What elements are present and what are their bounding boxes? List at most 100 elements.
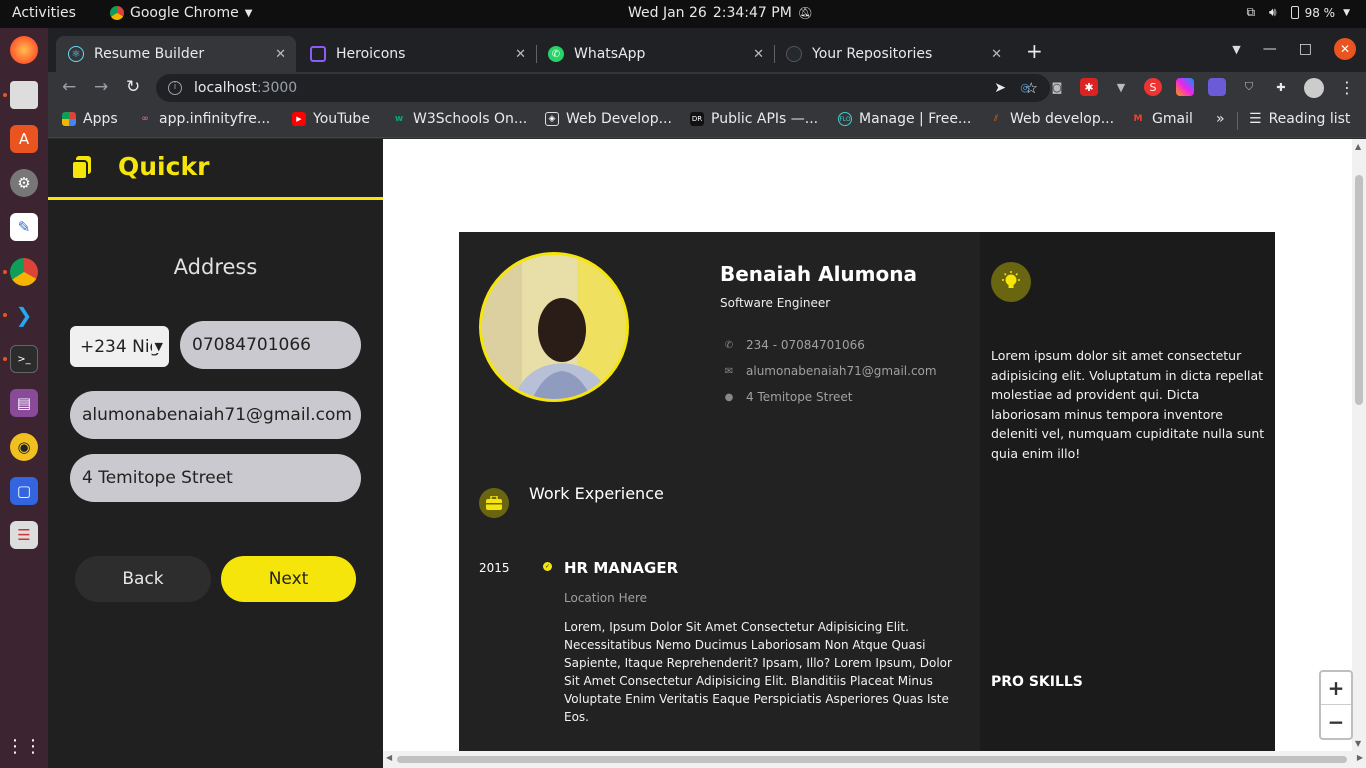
vscode-icon[interactable]: ❯ xyxy=(10,301,38,329)
contact-phone: ✆ 234 - 07084701066 xyxy=(724,338,865,352)
zoom-control: + − xyxy=(1319,670,1353,740)
bookmark-apps[interactable]: Apps xyxy=(62,111,118,127)
svelte-extension-icon[interactable]: S xyxy=(1144,78,1162,96)
files-icon[interactable] xyxy=(10,81,38,109)
brand-name: Quickr xyxy=(118,152,210,181)
close-tab-icon[interactable]: ✕ xyxy=(991,47,1002,62)
system-top-bar: Activities Google Chrome ▼ Wed Jan 26 2:… xyxy=(0,0,1366,28)
bookmark-gmail[interactable]: M Gmail xyxy=(1131,111,1193,127)
contact-address: ● 4 Temitope Street xyxy=(724,390,853,404)
red-extension-icon[interactable]: ✱ xyxy=(1080,78,1098,96)
scroll-up-icon[interactable]: ▲ xyxy=(1355,142,1361,151)
phone-field[interactable]: 07084701066 xyxy=(180,321,361,369)
scroll-right-icon[interactable]: ▶ xyxy=(1357,753,1363,762)
horizontal-scroll-thumb[interactable] xyxy=(397,756,1347,763)
scroll-left-icon[interactable]: ◀ xyxy=(386,753,392,762)
bookmark-w3schools[interactable]: w W3Schools On... xyxy=(392,111,527,127)
reload-icon[interactable]: ↻ xyxy=(126,77,140,97)
person-photo xyxy=(482,255,626,399)
tweaks-icon[interactable]: ☰ xyxy=(10,521,38,549)
url-host: localhost xyxy=(194,80,257,96)
address-field[interactable]: 4 Temitope Street xyxy=(70,454,361,502)
tab-search-icon[interactable]: ▼ xyxy=(1232,43,1240,56)
mdn-icon: ⫽ xyxy=(993,114,998,124)
send-tab-icon[interactable]: ➤ xyxy=(994,80,1006,96)
close-tab-icon[interactable]: ✕ xyxy=(753,47,764,62)
bookmark-youtube[interactable]: ▶ YouTube xyxy=(292,111,370,127)
close-tab-icon[interactable]: ✕ xyxy=(275,47,286,62)
app-menu[interactable]: Google Chrome ▼ xyxy=(110,5,252,21)
maximize-icon[interactable]: □ xyxy=(1299,41,1312,57)
more-vert-icon[interactable]: ⋮ xyxy=(1338,78,1356,97)
screenshot-icon[interactable]: ▢ xyxy=(10,477,38,505)
terminal-icon[interactable]: >_ xyxy=(10,345,38,373)
chrome-dock-icon[interactable] xyxy=(10,258,38,286)
contact-email-value: alumonabenaiah71@gmail.com xyxy=(746,364,937,378)
tab-your-repositories[interactable]: Your Repositories ✕ xyxy=(774,36,1012,72)
bookmark-public-apis[interactable]: DR Public APIs —... xyxy=(690,111,818,127)
bookmark-label: YouTube xyxy=(313,111,370,127)
bookmark-label: Web develop... xyxy=(1010,111,1115,127)
settings-icon[interactable]: ⚙ xyxy=(10,169,38,197)
chevron-down-icon: ▼ xyxy=(151,340,163,353)
vertical-scroll-thumb[interactable] xyxy=(1355,175,1363,405)
preview-pane: Benaiah Alumona Software Engineer ✆ 234 -… xyxy=(383,139,1352,751)
reading-list-label: Reading list xyxy=(1268,111,1351,127)
text-editor-icon[interactable]: ✎ xyxy=(10,213,38,241)
colorful-extension-icon[interactable] xyxy=(1176,78,1194,96)
bookmark-label: Web Develop... xyxy=(566,111,672,127)
date: Wed Jan 26 xyxy=(628,5,707,21)
activities-button[interactable]: Activities xyxy=(12,5,76,21)
tab-resume-builder[interactable]: ⚛ Resume Builder ✕ xyxy=(56,36,296,72)
chevron-down-icon: ▼ xyxy=(1343,7,1350,18)
rhythmbox-icon[interactable]: ◉ xyxy=(10,433,38,461)
back-button[interactable]: Back xyxy=(75,556,211,602)
tab-strip: ⚛ Resume Builder ✕ Heroicons ✕ ✆ WhatsAp… xyxy=(48,28,1366,72)
scroll-down-icon[interactable]: ▼ xyxy=(1355,739,1361,748)
close-tab-icon[interactable]: ✕ xyxy=(515,47,526,62)
extension-blue-icon[interactable]: ◎ xyxy=(1016,78,1034,96)
bookmarks-bar: Apps ∞ app.infinityfre... ▶ YouTube w W3Sch… xyxy=(48,104,1366,138)
bookmark-manage-free[interactable]: FLO Manage | Free... xyxy=(838,111,971,127)
reading-list-button[interactable]: ☰ Reading list xyxy=(1249,111,1350,127)
horizontal-scrollbar[interactable]: ◀ ▶ xyxy=(383,751,1366,768)
tab-heroicons[interactable]: Heroicons ✕ xyxy=(298,36,537,72)
bookmarks-overflow-button[interactable]: » xyxy=(1216,111,1225,127)
zoom-out-button[interactable]: − xyxy=(1321,705,1351,738)
tab-whatsapp[interactable]: ✆ WhatsApp ✕ xyxy=(536,36,775,72)
next-button[interactable]: Next xyxy=(221,556,356,602)
address-bar[interactable]: i localhost:3000 ➤ ☆ xyxy=(156,74,1050,102)
camera-extension-icon[interactable]: ◙ xyxy=(1048,78,1066,96)
video-player-icon[interactable]: ▤ xyxy=(10,389,38,417)
system-tray[interactable]: ⧉ 🔊︎ 98 % ▼ xyxy=(1246,5,1350,20)
contact-phone-value: 234 - 07084701066 xyxy=(746,338,865,352)
bookmark-label: Apps xyxy=(83,111,118,127)
w3schools-icon: w xyxy=(394,114,404,124)
zoom-in-button[interactable]: + xyxy=(1321,672,1351,705)
country-code-select[interactable]: +234 Nig ▼ xyxy=(70,326,169,367)
firefox-icon[interactable] xyxy=(10,36,38,64)
software-store-icon[interactable]: A xyxy=(10,125,38,153)
react-icon: ⚛ xyxy=(68,46,84,62)
vertical-scrollbar[interactable]: ▲ ▼ xyxy=(1352,139,1366,751)
close-window-icon[interactable]: ✕ xyxy=(1334,38,1356,60)
minimize-icon[interactable]: — xyxy=(1263,41,1277,57)
clock[interactable]: Wed Jan 26 2:34:47 PM 🔕︎ xyxy=(628,5,813,21)
bookmark-web-develop-mdn[interactable]: ⫽ Web develop... xyxy=(989,111,1114,127)
shield-extension-icon[interactable]: ⛉ xyxy=(1240,78,1258,96)
bookmark-web-develop[interactable]: ◈ Web Develop... xyxy=(545,111,672,127)
puzzle-extensions-icon[interactable]: ✚ xyxy=(1272,78,1290,96)
forward-arrow-icon[interactable]: → xyxy=(94,77,108,97)
mail-icon: ✉ xyxy=(724,365,734,377)
back-arrow-icon[interactable]: ← xyxy=(62,77,76,97)
email-field[interactable]: alumonabenaiah71@gmail.com xyxy=(70,391,361,439)
new-tab-icon[interactable]: + xyxy=(1026,39,1043,63)
infinityfree-icon: ∞ xyxy=(141,114,149,124)
purple-extension-icon[interactable] xyxy=(1208,78,1226,96)
work-experience-heading: Work Experience xyxy=(529,484,664,503)
profile-avatar[interactable] xyxy=(1304,78,1324,98)
resume-job-title: Software Engineer xyxy=(720,296,831,310)
bookmark-infinityfree[interactable]: ∞ app.infinityfre... xyxy=(138,111,270,127)
show-apps-icon[interactable]: ⋮⋮ xyxy=(6,732,42,760)
vue-devtools-icon[interactable]: ▼ xyxy=(1112,78,1130,96)
